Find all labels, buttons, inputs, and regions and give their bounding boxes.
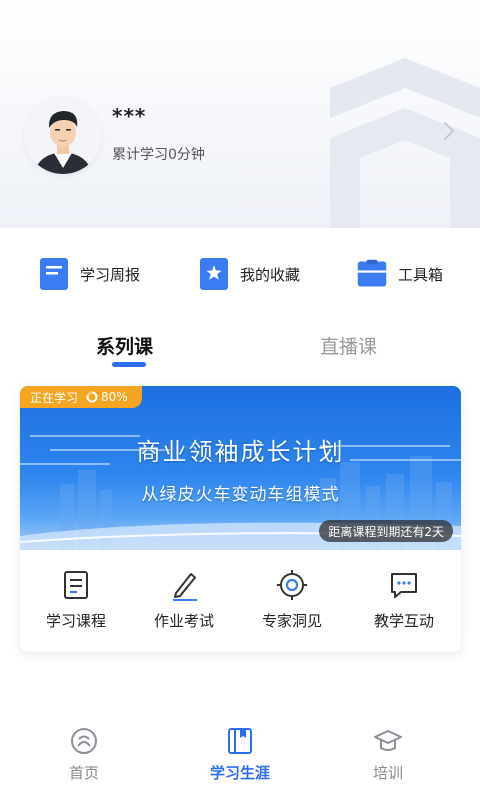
- quick-link-label: 工具箱: [398, 265, 444, 284]
- course-card[interactable]: 正在学习 80% 商业领袖成长计划 从绿皮火车变动车组模式 距离课程到期还有2天…: [20, 386, 461, 652]
- action-study-course[interactable]: 学习课程: [26, 562, 126, 642]
- action-homework-exam[interactable]: 作业考试: [134, 562, 234, 642]
- course-title: 商业领袖成长计划: [136, 438, 345, 466]
- nav-item-study-career[interactable]: 学习生涯: [180, 726, 300, 783]
- course-subtitle: 从绿皮火车变动车组模式: [141, 485, 340, 505]
- avatar-illustration: [24, 96, 102, 174]
- status-badge: 正在学习 80%: [20, 386, 142, 408]
- nav-item-training[interactable]: 培训: [328, 726, 448, 783]
- course-actions: 学习课程 作业考试 专家洞见 教学互动: [20, 562, 461, 642]
- action-label: 作业考试: [153, 612, 214, 630]
- profile-header[interactable]: *** 累计学习0分钟: [0, 0, 480, 228]
- progress-label: 80%: [101, 390, 128, 404]
- action-expert-insight[interactable]: 专家洞见: [242, 562, 342, 642]
- home-icon: [71, 728, 97, 754]
- nav-label: 培训: [372, 764, 403, 782]
- tab-series-courses[interactable]: 系列课: [96, 332, 153, 359]
- bottom-nav: 首页 学习生涯 培训: [0, 716, 480, 800]
- book-icon: [228, 728, 252, 754]
- course-banner[interactable]: 正在学习 80% 商业领袖成长计划 从绿皮火车变动车组模式 距离课程到期还有2天: [20, 386, 461, 550]
- nav-label: 学习生涯: [209, 764, 270, 782]
- nav-label: 首页: [68, 764, 99, 782]
- tab-live-courses[interactable]: 直播课: [320, 332, 377, 359]
- favorites-icon: [200, 258, 228, 290]
- progress-ring-icon: [86, 391, 98, 403]
- document-icon: [64, 571, 88, 599]
- target-icon: [277, 570, 307, 600]
- action-label: 教学互动: [373, 612, 434, 630]
- chat-icon: [391, 573, 417, 598]
- avatar[interactable]: [24, 96, 102, 174]
- report-icon: [40, 258, 68, 290]
- username: ***: [112, 104, 147, 128]
- expire-notice: 距离课程到期还有2天: [319, 520, 453, 542]
- quick-links: 学习周报 我的收藏 工具箱: [0, 244, 480, 304]
- action-label: 专家洞见: [261, 612, 322, 630]
- toolbox-icon: [357, 259, 387, 287]
- study-time-label: 累计学习0分钟: [112, 147, 205, 163]
- quick-link-weekly-report[interactable]: 学习周报: [38, 254, 140, 294]
- pencil-icon: [173, 573, 197, 601]
- graduation-cap-icon: [374, 730, 402, 751]
- quick-link-label: 我的收藏: [240, 265, 301, 284]
- status-badge-label: 正在学习: [30, 390, 79, 405]
- chevron-right-icon[interactable]: [438, 120, 460, 142]
- quick-link-toolbox[interactable]: 工具箱: [356, 254, 443, 294]
- quick-link-label: 学习周报: [80, 265, 141, 284]
- tab-active-indicator: [112, 362, 146, 367]
- action-label: 学习课程: [45, 612, 106, 630]
- nav-item-home[interactable]: 首页: [24, 726, 144, 783]
- action-teaching-interaction[interactable]: 教学互动: [354, 562, 454, 642]
- quick-link-favorites[interactable]: 我的收藏: [198, 254, 300, 294]
